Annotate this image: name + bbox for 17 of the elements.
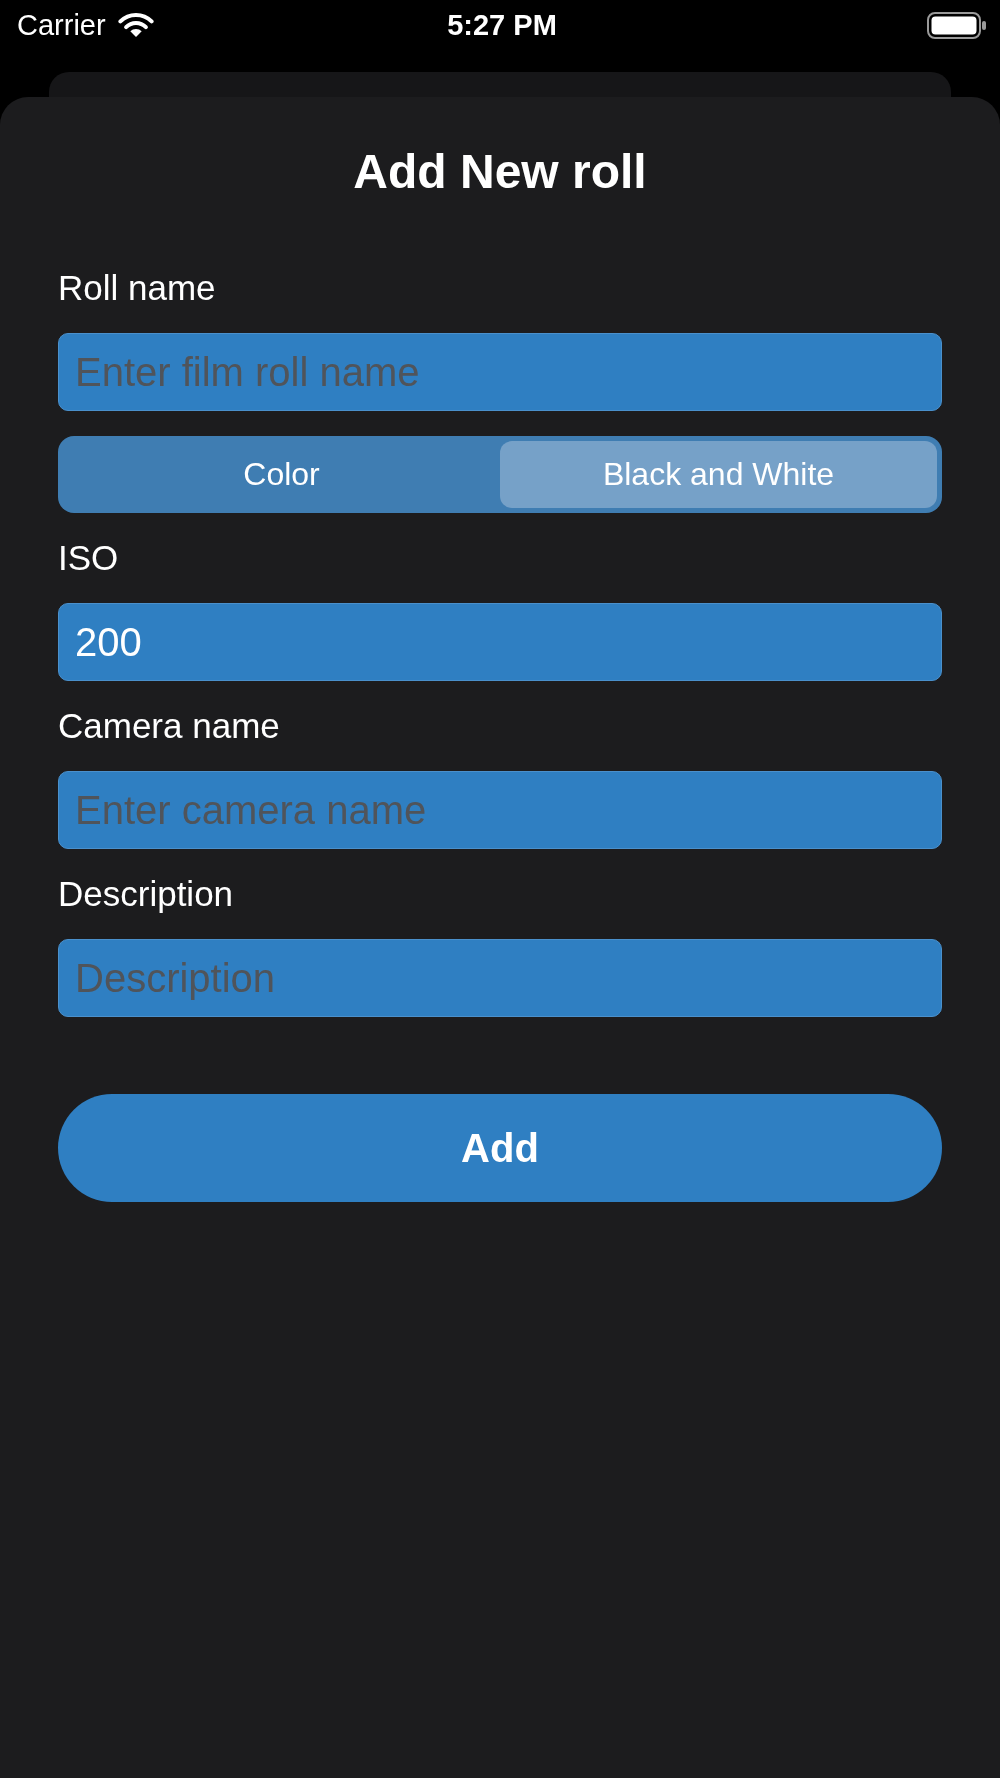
wifi-icon [117, 12, 154, 38]
segment-tab[interactable]: Color [63, 441, 500, 508]
add-button[interactable]: Add [58, 1094, 942, 1202]
text-field[interactable]: Enter film roll name [58, 333, 942, 411]
field-label: Roll name [58, 268, 216, 308]
field-label: ISO [58, 538, 119, 578]
battery-icon [927, 11, 987, 39]
carrier-label: Carrier [17, 8, 106, 42]
sheet-title: Add New roll [353, 144, 647, 200]
segment-tab[interactable]: Black and White [500, 441, 937, 508]
status-time: 5:27 PM [447, 8, 557, 42]
segmented-control[interactable]: Color Black and White [58, 436, 942, 513]
field-label: Camera name [58, 706, 280, 746]
text-field[interactable]: 200 [58, 603, 942, 681]
text-field[interactable]: Enter camera name [58, 771, 942, 849]
text-field[interactable]: Description [58, 939, 942, 1017]
field-label: Description [58, 874, 234, 914]
